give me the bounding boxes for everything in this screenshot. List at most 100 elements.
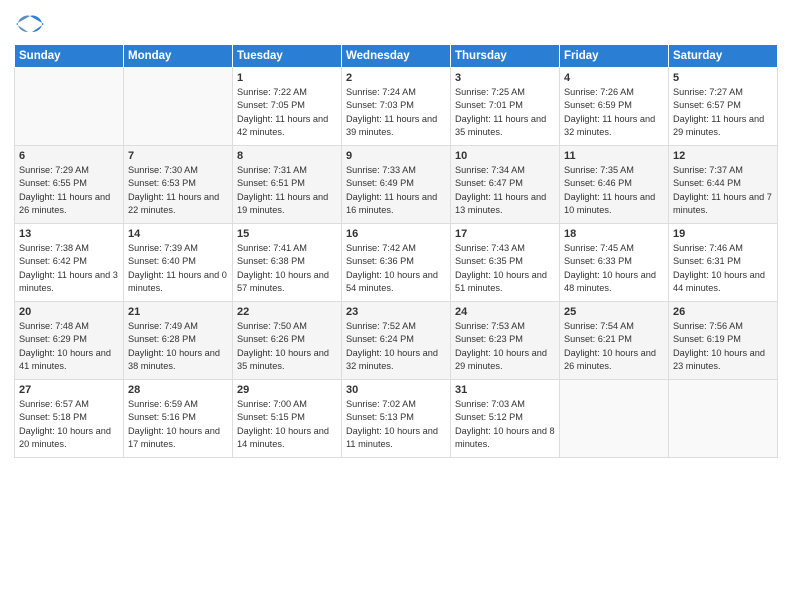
day-info: Sunrise: 7:56 AMSunset: 6:19 PMDaylight:… <box>673 320 773 373</box>
day-number: 26 <box>673 306 773 318</box>
day-number: 21 <box>128 306 228 318</box>
day-info: Sunrise: 7:31 AMSunset: 6:51 PMDaylight:… <box>237 164 337 217</box>
calendar-cell: 30Sunrise: 7:02 AMSunset: 5:13 PMDayligh… <box>342 380 451 458</box>
day-info: Sunrise: 7:00 AMSunset: 5:15 PMDaylight:… <box>237 398 337 451</box>
calendar-cell: 6 Sunrise: 7:29 AMSunset: 6:55 PMDaylight… <box>15 146 124 224</box>
col-saturday: Saturday <box>669 45 778 68</box>
calendar-cell: 22 Sunrise: 7:50 AMSunset: 6:26 PMDayligh… <box>233 302 342 380</box>
calendar-cell: 29 Sunrise: 7:00 AMSunset: 5:15 PMDayligh… <box>233 380 342 458</box>
day-info: Sunrise: 7:03 AMSunset: 5:12 PMDaylight:… <box>455 398 555 451</box>
calendar-cell: 23 Sunrise: 7:52 AMSunset: 6:24 PMDayligh… <box>342 302 451 380</box>
calendar-cell: 5 Sunrise: 7:27 AMSunset: 6:57 PMDaylight… <box>669 68 778 146</box>
day-info: Sunrise: 7:50 AMSunset: 6:26 PMDaylight:… <box>237 320 337 373</box>
day-number: 27 <box>19 384 119 396</box>
calendar-cell <box>15 68 124 146</box>
day-info: Sunrise: 7:39 AMSunset: 6:40 PMDaylight:… <box>128 242 228 295</box>
day-number: 5 <box>673 72 773 84</box>
logo-bird-icon <box>16 14 44 36</box>
calendar-cell: 21 Sunrise: 7:49 AMSunset: 6:28 PMDayligh… <box>124 302 233 380</box>
day-info: Sunrise: 7:29 AMSunset: 6:55 PMDaylight:… <box>19 164 119 217</box>
day-number: 16 <box>346 228 446 240</box>
day-number: 14 <box>128 228 228 240</box>
day-info: Sunrise: 7:24 AMSunset: 7:03 PMDaylight:… <box>346 86 446 139</box>
day-number: 10 <box>455 150 555 162</box>
day-number: 11 <box>564 150 664 162</box>
calendar-cell: 13 Sunrise: 7:38 AMSunset: 6:42 PMDayligh… <box>15 224 124 302</box>
calendar-cell <box>669 380 778 458</box>
day-number: 12 <box>673 150 773 162</box>
day-number: 28 <box>128 384 228 396</box>
day-info: Sunrise: 7:27 AMSunset: 6:57 PMDaylight:… <box>673 86 773 139</box>
col-tuesday: Tuesday <box>233 45 342 68</box>
day-number: 31 <box>455 384 555 396</box>
calendar-week-4: 27Sunrise: 6:57 AMSunset: 5:18 PMDayligh… <box>15 380 778 458</box>
calendar-cell: 15 Sunrise: 7:41 AMSunset: 6:38 PMDayligh… <box>233 224 342 302</box>
day-info: Sunrise: 7:45 AMSunset: 6:33 PMDaylight:… <box>564 242 664 295</box>
day-number: 19 <box>673 228 773 240</box>
day-number: 6 <box>19 150 119 162</box>
day-info: Sunrise: 7:41 AMSunset: 6:38 PMDaylight:… <box>237 242 337 295</box>
day-info: Sunrise: 7:52 AMSunset: 6:24 PMDaylight:… <box>346 320 446 373</box>
calendar-cell: 25 Sunrise: 7:54 AMSunset: 6:21 PMDayligh… <box>560 302 669 380</box>
calendar-cell: 10 Sunrise: 7:34 AMSunset: 6:47 PMDayligh… <box>451 146 560 224</box>
calendar-cell <box>124 68 233 146</box>
day-number: 9 <box>346 150 446 162</box>
day-info: Sunrise: 6:59 AMSunset: 5:16 PMDaylight:… <box>128 398 228 451</box>
col-wednesday: Wednesday <box>342 45 451 68</box>
day-number: 13 <box>19 228 119 240</box>
day-info: Sunrise: 7:48 AMSunset: 6:29 PMDaylight:… <box>19 320 119 373</box>
day-number: 22 <box>237 306 337 318</box>
day-info: Sunrise: 7:42 AMSunset: 6:36 PMDaylight:… <box>346 242 446 295</box>
day-number: 18 <box>564 228 664 240</box>
calendar-cell: 20 Sunrise: 7:48 AMSunset: 6:29 PMDayligh… <box>15 302 124 380</box>
calendar-cell: 19 Sunrise: 7:46 AMSunset: 6:31 PMDayligh… <box>669 224 778 302</box>
calendar-cell: 2Sunrise: 7:24 AMSunset: 7:03 PMDaylight… <box>342 68 451 146</box>
day-number: 7 <box>128 150 228 162</box>
day-number: 23 <box>346 306 446 318</box>
day-number: 17 <box>455 228 555 240</box>
calendar-cell: 16 Sunrise: 7:42 AMSunset: 6:36 PMDayligh… <box>342 224 451 302</box>
calendar-header: Sunday Monday Tuesday Wednesday Thursday… <box>15 45 778 68</box>
day-number: 20 <box>19 306 119 318</box>
col-friday: Friday <box>560 45 669 68</box>
col-sunday: Sunday <box>15 45 124 68</box>
day-info: Sunrise: 7:02 AMSunset: 5:13 PMDaylight:… <box>346 398 446 451</box>
calendar-cell: 24Sunrise: 7:53 AMSunset: 6:23 PMDayligh… <box>451 302 560 380</box>
header-row: Sunday Monday Tuesday Wednesday Thursday… <box>15 45 778 68</box>
day-number: 4 <box>564 72 664 84</box>
day-info: Sunrise: 7:46 AMSunset: 6:31 PMDaylight:… <box>673 242 773 295</box>
day-number: 29 <box>237 384 337 396</box>
day-info: Sunrise: 7:53 AMSunset: 6:23 PMDaylight:… <box>455 320 555 373</box>
calendar-cell: 3 Sunrise: 7:25 AMSunset: 7:01 PMDaylight… <box>451 68 560 146</box>
day-info: Sunrise: 7:22 AMSunset: 7:05 PMDaylight:… <box>237 86 337 139</box>
col-thursday: Thursday <box>451 45 560 68</box>
calendar-cell: 9Sunrise: 7:33 AMSunset: 6:49 PMDaylight… <box>342 146 451 224</box>
day-number: 3 <box>455 72 555 84</box>
logo <box>14 14 44 36</box>
page-header <box>14 10 778 36</box>
day-info: Sunrise: 7:43 AMSunset: 6:35 PMDaylight:… <box>455 242 555 295</box>
day-number: 8 <box>237 150 337 162</box>
day-info: Sunrise: 7:26 AMSunset: 6:59 PMDaylight:… <box>564 86 664 139</box>
calendar-cell: 11Sunrise: 7:35 AMSunset: 6:46 PMDayligh… <box>560 146 669 224</box>
day-info: Sunrise: 7:38 AMSunset: 6:42 PMDaylight:… <box>19 242 119 295</box>
day-number: 15 <box>237 228 337 240</box>
calendar-cell: 12Sunrise: 7:37 AMSunset: 6:44 PMDayligh… <box>669 146 778 224</box>
calendar-week-2: 13 Sunrise: 7:38 AMSunset: 6:42 PMDayligh… <box>15 224 778 302</box>
calendar-cell: 18 Sunrise: 7:45 AMSunset: 6:33 PMDayligh… <box>560 224 669 302</box>
day-info: Sunrise: 7:54 AMSunset: 6:21 PMDaylight:… <box>564 320 664 373</box>
day-number: 1 <box>237 72 337 84</box>
calendar-cell: 8 Sunrise: 7:31 AMSunset: 6:51 PMDaylight… <box>233 146 342 224</box>
calendar-cell: 28 Sunrise: 6:59 AMSunset: 5:16 PMDayligh… <box>124 380 233 458</box>
day-number: 25 <box>564 306 664 318</box>
calendar-table: Sunday Monday Tuesday Wednesday Thursday… <box>14 44 778 458</box>
calendar-week-3: 20 Sunrise: 7:48 AMSunset: 6:29 PMDayligh… <box>15 302 778 380</box>
calendar-cell: 7 Sunrise: 7:30 AMSunset: 6:53 PMDaylight… <box>124 146 233 224</box>
calendar-cell: 31 Sunrise: 7:03 AMSunset: 5:12 PMDayligh… <box>451 380 560 458</box>
day-info: Sunrise: 7:25 AMSunset: 7:01 PMDaylight:… <box>455 86 555 139</box>
calendar-cell: 27Sunrise: 6:57 AMSunset: 5:18 PMDayligh… <box>15 380 124 458</box>
calendar-cell: 4 Sunrise: 7:26 AMSunset: 6:59 PMDaylight… <box>560 68 669 146</box>
day-info: Sunrise: 7:30 AMSunset: 6:53 PMDaylight:… <box>128 164 228 217</box>
day-info: Sunrise: 7:34 AMSunset: 6:47 PMDaylight:… <box>455 164 555 217</box>
day-info: Sunrise: 7:49 AMSunset: 6:28 PMDaylight:… <box>128 320 228 373</box>
